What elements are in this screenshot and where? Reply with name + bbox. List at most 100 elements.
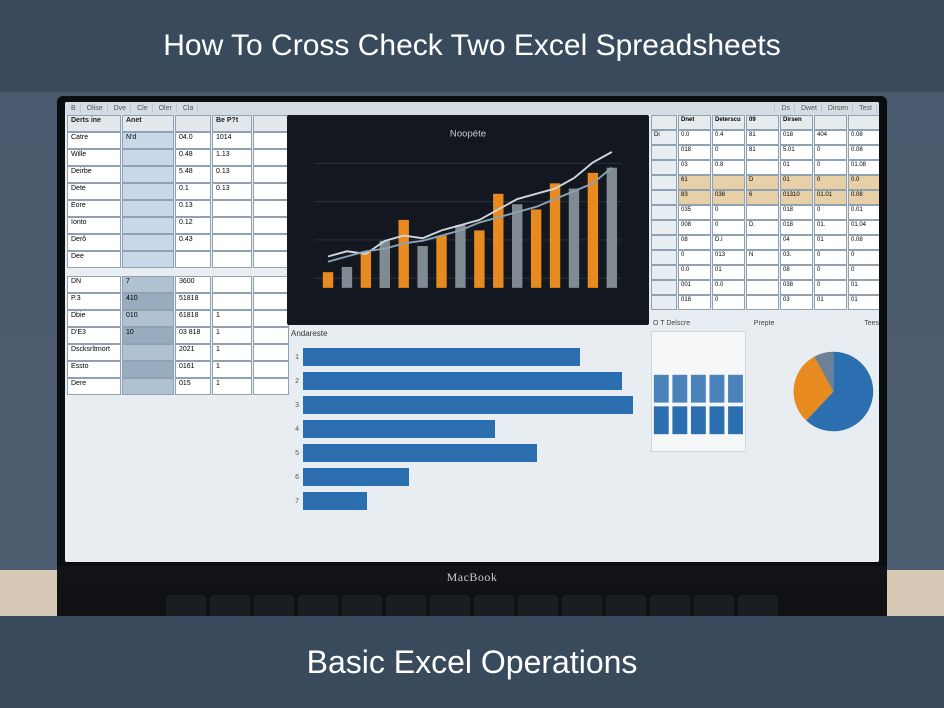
cell[interactable]: Derô bbox=[67, 234, 121, 251]
cell[interactable] bbox=[746, 265, 779, 280]
cell[interactable] bbox=[122, 183, 174, 200]
col-header[interactable] bbox=[175, 115, 211, 132]
cell[interactable]: 0 bbox=[848, 265, 879, 280]
cell[interactable]: 04 bbox=[780, 235, 813, 250]
cell[interactable] bbox=[253, 166, 289, 183]
ribbon-item[interactable]: Olise bbox=[83, 104, 108, 113]
cell[interactable]: 01 bbox=[848, 295, 879, 310]
cell[interactable] bbox=[122, 344, 174, 361]
cell[interactable]: 5.01 bbox=[780, 145, 813, 160]
cell[interactable]: DN bbox=[67, 276, 121, 293]
cell[interactable]: 0 bbox=[814, 280, 847, 295]
cell[interactable]: 0.4 bbox=[712, 130, 745, 145]
cell[interactable]: N bbox=[746, 250, 779, 265]
cell[interactable]: 01 bbox=[814, 295, 847, 310]
cell[interactable] bbox=[122, 251, 174, 268]
cell[interactable] bbox=[212, 200, 252, 217]
cell[interactable]: 038 bbox=[780, 280, 813, 295]
cell[interactable]: 1 bbox=[212, 361, 252, 378]
ribbon-item[interactable]: Cle bbox=[133, 104, 153, 113]
cell[interactable]: 81 bbox=[746, 145, 779, 160]
col-header[interactable] bbox=[253, 115, 289, 132]
cell[interactable]: Essto bbox=[67, 361, 121, 378]
cell[interactable]: 001 bbox=[678, 280, 711, 295]
ribbon-item[interactable]: Dve bbox=[110, 104, 131, 113]
cell[interactable]: 1014 bbox=[212, 132, 252, 149]
cell[interactable]: 0 bbox=[814, 265, 847, 280]
cell[interactable]: Dere bbox=[67, 378, 121, 395]
cell[interactable]: 0 bbox=[712, 205, 745, 220]
cell[interactable]: 0.0 bbox=[848, 175, 879, 190]
cell[interactable]: 0 bbox=[712, 295, 745, 310]
cell[interactable]: 404 bbox=[814, 130, 847, 145]
cell[interactable] bbox=[651, 280, 677, 295]
cell[interactable] bbox=[253, 251, 289, 268]
cell[interactable]: 01 bbox=[780, 175, 813, 190]
cell[interactable] bbox=[122, 200, 174, 217]
cell[interactable]: 0 bbox=[814, 160, 847, 175]
cell[interactable] bbox=[746, 295, 779, 310]
cell[interactable]: 0.0 bbox=[678, 265, 711, 280]
cell[interactable] bbox=[253, 293, 289, 310]
cell[interactable]: 0.1 bbox=[175, 183, 211, 200]
cell[interactable]: D bbox=[746, 175, 779, 190]
cell[interactable]: 03 bbox=[678, 160, 711, 175]
cell[interactable] bbox=[212, 293, 252, 310]
cell[interactable] bbox=[651, 265, 677, 280]
cell[interactable] bbox=[212, 276, 252, 293]
col-header[interactable]: Dirsen bbox=[780, 115, 813, 130]
cell[interactable]: 010 bbox=[122, 310, 174, 327]
cell[interactable]: 0 bbox=[814, 205, 847, 220]
cell[interactable] bbox=[746, 235, 779, 250]
cell[interactable]: 0 bbox=[814, 145, 847, 160]
ribbon-item[interactable]: Oler bbox=[155, 104, 177, 113]
cell[interactable]: 018 bbox=[780, 205, 813, 220]
cell[interactable]: 61 bbox=[678, 175, 711, 190]
cell[interactable]: 0 bbox=[712, 145, 745, 160]
cell[interactable]: 1 bbox=[212, 327, 252, 344]
cell[interactable] bbox=[122, 149, 174, 166]
cell[interactable]: 01. bbox=[814, 220, 847, 235]
cell[interactable]: 0.0 bbox=[712, 280, 745, 295]
cell[interactable] bbox=[746, 160, 779, 175]
cell[interactable]: 013 bbox=[712, 250, 745, 265]
cell[interactable] bbox=[212, 234, 252, 251]
cell[interactable]: 01.08 bbox=[848, 160, 879, 175]
cell[interactable]: 03 bbox=[780, 295, 813, 310]
cell[interactable] bbox=[651, 250, 677, 265]
cell[interactable]: 0161 bbox=[175, 361, 211, 378]
ribbon-item[interactable]: Test bbox=[855, 104, 877, 113]
cell[interactable] bbox=[253, 200, 289, 217]
cell[interactable]: 015 bbox=[175, 378, 211, 395]
cell[interactable]: 0 bbox=[814, 175, 847, 190]
cell[interactable] bbox=[212, 251, 252, 268]
cell[interactable] bbox=[253, 344, 289, 361]
cell[interactable]: 410 bbox=[122, 293, 174, 310]
col-header[interactable] bbox=[848, 115, 879, 130]
cell[interactable]: Dete bbox=[67, 183, 121, 200]
cell[interactable] bbox=[253, 310, 289, 327]
cell[interactable]: 03. bbox=[780, 250, 813, 265]
cell[interactable]: 035 bbox=[678, 205, 711, 220]
cell[interactable]: 10 bbox=[122, 327, 174, 344]
cell[interactable]: 61818 bbox=[175, 310, 211, 327]
cell[interactable]: 2021 bbox=[175, 344, 211, 361]
cell[interactable] bbox=[712, 175, 745, 190]
cell[interactable]: P.3 bbox=[67, 293, 121, 310]
cell[interactable]: Dscksrltmort bbox=[67, 344, 121, 361]
ribbon-item[interactable]: Dirsen bbox=[824, 104, 853, 113]
cell[interactable]: 0.08 bbox=[848, 235, 879, 250]
cell[interactable] bbox=[253, 276, 289, 293]
cell[interactable] bbox=[253, 132, 289, 149]
cell[interactable]: Dbie bbox=[67, 310, 121, 327]
cell[interactable] bbox=[253, 361, 289, 378]
cell[interactable]: Wille bbox=[67, 149, 121, 166]
col-header[interactable]: Anet bbox=[122, 115, 174, 132]
cell[interactable]: 038 bbox=[712, 190, 745, 205]
cell[interactable] bbox=[212, 217, 252, 234]
cell[interactable]: 0.48 bbox=[175, 149, 211, 166]
cell[interactable] bbox=[651, 160, 677, 175]
cell[interactable] bbox=[253, 217, 289, 234]
cell[interactable]: 008 bbox=[678, 220, 711, 235]
cell[interactable]: Catre bbox=[67, 132, 121, 149]
